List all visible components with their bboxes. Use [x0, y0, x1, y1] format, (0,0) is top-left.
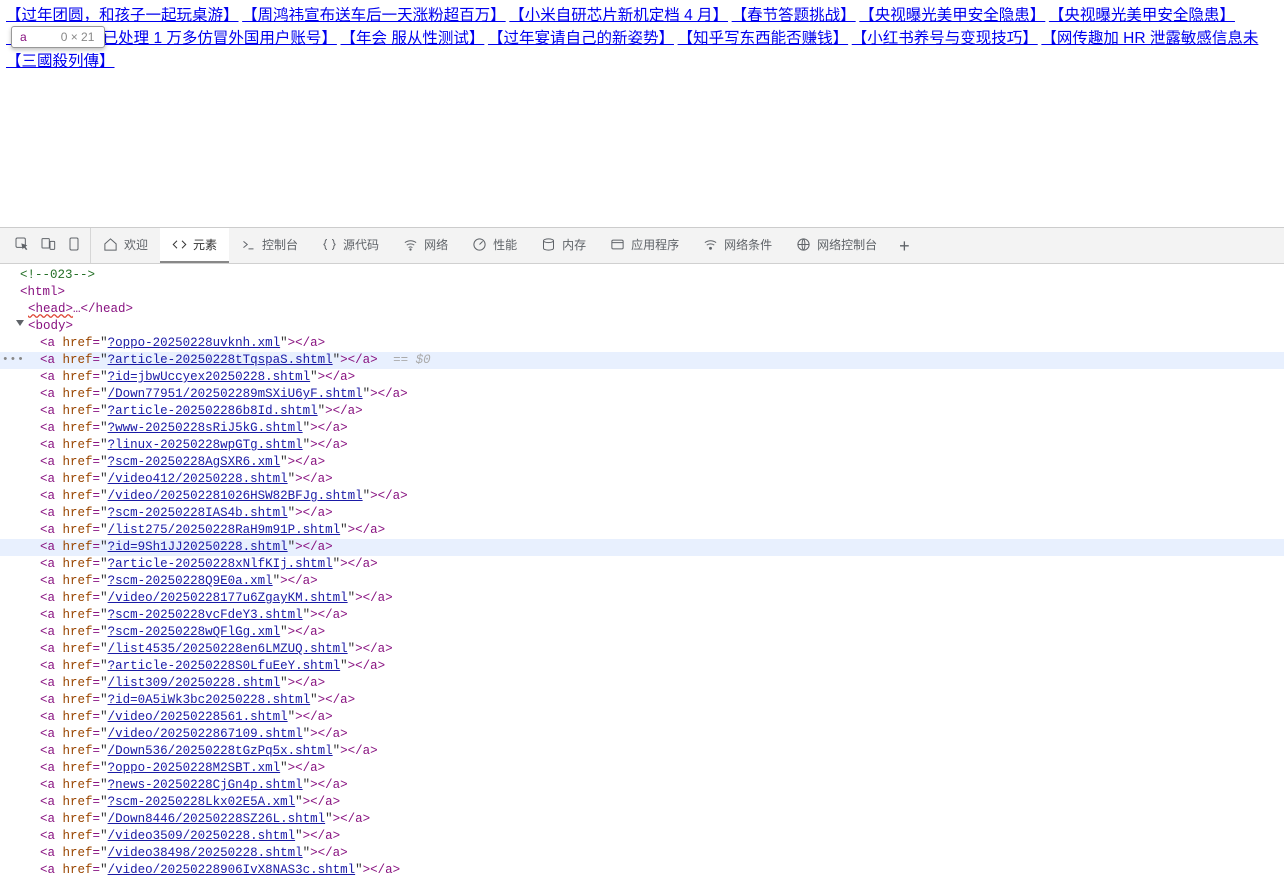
tab-label: 源代码 — [343, 236, 379, 253]
tab-globe[interactable]: 网络控制台 — [784, 228, 889, 263]
tab-console[interactable]: 控制台 — [229, 228, 310, 263]
dom-node-anchor[interactable]: <a href="/video/2025022867109.shtml"></a… — [0, 726, 1284, 743]
dom-node-anchor[interactable]: <a href="?linux-20250228wpGTg.shtml"></a… — [0, 437, 1284, 454]
dom-node-anchor[interactable]: <a href="?scm-20250228AgSXR6.xml"></a> — [0, 454, 1284, 471]
dom-node-anchor[interactable]: <a href="?scm-20250228Lkx02E5A.xml"></a> — [0, 794, 1284, 811]
tab-label: 应用程序 — [631, 236, 679, 253]
dom-node-anchor[interactable]: <a href="/video/202502281026HSW82BFJg.sh… — [0, 488, 1284, 505]
dom-node-anchor[interactable]: <a href="?article-20250228xNlfKIj.shtml"… — [0, 556, 1284, 573]
toolbar-left-group — [6, 228, 91, 263]
dom-node-anchor[interactable]: •••<a href="?article-20250228tTqspaS.sht… — [0, 352, 1284, 369]
tab-label: 欢迎 — [124, 236, 148, 253]
device-toggle-icon[interactable] — [40, 236, 56, 255]
page-link[interactable]: 【央视曝光美甲安全隐患】 — [1049, 7, 1235, 24]
dom-node-anchor[interactable]: <a href="/video3509/20250228.shtml"></a> — [0, 828, 1284, 845]
page-link[interactable]: 【过年团圆，和孩子一起玩桌游】 — [6, 7, 239, 24]
dom-node-anchor[interactable]: <a href="?article-20250228S0LfuEeY.shtml… — [0, 658, 1284, 675]
dom-node-anchor[interactable]: <a href="?oppo-20250228uvknh.xml"></a> — [0, 335, 1284, 352]
dom-node-anchor[interactable]: <a href="/video38498/20250228.shtml"></a… — [0, 845, 1284, 862]
tab-label: 内存 — [562, 236, 586, 253]
page-link[interactable]: 【三國殺列傳】 — [6, 53, 115, 70]
page-link[interactable]: 【网传趣加 HR 泄露敏感信息未 — [1041, 30, 1258, 47]
add-tab-button[interactable]: + — [889, 237, 920, 255]
device-icon[interactable] — [66, 236, 82, 255]
page-link[interactable]: 【年会 服从性测试】 — [341, 30, 485, 47]
tabs-strip: 欢迎 元素 控制台 源代码 网络 性能 内存 应用程序 网络条件 网络控制台 — [91, 228, 889, 263]
dom-node-anchor[interactable]: <a href="?id=9Sh1JJ20250228.shtml"></a> — [0, 539, 1284, 556]
page-content: 【过年团圆，和孩子一起玩桌游】 【周鸿祎宣布送车后一天涨粉超百万】 【小米自研芯… — [0, 0, 1284, 227]
dom-node-anchor[interactable]: <a href="?scm-20250228vcFdeY3.shtml"></a… — [0, 607, 1284, 624]
dom-node-anchor[interactable]: <a href="?oppo-20250228M2SBT.xml"></a> — [0, 760, 1284, 777]
dom-node-anchor[interactable]: <a href="?id=0A5iWk3bc20250228.shtml"></… — [0, 692, 1284, 709]
tab-wifi[interactable]: 网络 — [391, 228, 460, 263]
tab-label: 网络 — [424, 236, 448, 253]
page-link[interactable]: 【过年宴请自己的新姿势】 — [488, 30, 674, 47]
tab-code[interactable]: 元素 — [160, 228, 229, 263]
dom-node-anchor[interactable]: <a href="?news-20250228CjGn4p.shtml"></a… — [0, 777, 1284, 794]
page-link[interactable]: 【央视曝光美甲安全隐患】 — [859, 7, 1045, 24]
tab-label: 性能 — [493, 236, 517, 253]
tooltip-dimensions: 0 × 21 — [61, 30, 95, 44]
tab-wifi2[interactable]: 网络条件 — [691, 228, 784, 263]
page-link[interactable]: 【周鸿祎宣布送车后一天涨粉超百万】 — [242, 7, 506, 24]
tab-label: 元素 — [193, 236, 217, 253]
dom-node-anchor[interactable]: <a href="/list309/20250228.shtml"></a> — [0, 675, 1284, 692]
tab-window[interactable]: 应用程序 — [598, 228, 691, 263]
dom-tree-panel[interactable]: <!--023--><html><head>…</head><body><a h… — [0, 264, 1284, 889]
page-link[interactable]: 【春节答题挑战】 — [732, 7, 856, 24]
dom-node-anchor[interactable]: <a href="?www-20250228sRiJ5kG.shtml"></a… — [0, 420, 1284, 437]
dom-node-anchor[interactable]: <a href="/Down77951/202502289mSXiU6yF.sh… — [0, 386, 1284, 403]
tooltip-tagname: a — [20, 30, 27, 44]
page-link[interactable]: 【知乎写东西能否赚钱】 — [678, 30, 849, 47]
tab-label: 网络控制台 — [817, 236, 877, 253]
page-link[interactable]: 【小米自研芯片新机定档 4 月】 — [509, 7, 728, 24]
dom-node-anchor[interactable]: <a href="/video/20250228177u6ZgayKM.shtm… — [0, 590, 1284, 607]
tab-db[interactable]: 内存 — [529, 228, 598, 263]
element-hover-tooltip: a 0 × 21 — [11, 26, 105, 48]
dom-node-anchor[interactable]: <a href="?scm-20250228IAS4b.shtml"></a> — [0, 505, 1284, 522]
dom-node-anchor[interactable]: <a href="/Down536/20250228tGzPq5x.shtml"… — [0, 743, 1284, 760]
tab-braces[interactable]: 源代码 — [310, 228, 391, 263]
tab-gauge[interactable]: 性能 — [460, 228, 529, 263]
dom-node-anchor[interactable]: <a href="/video/20250228906IvX8NAS3c.sht… — [0, 862, 1284, 879]
page-link[interactable]: 【小红书养号与变现技巧】 — [852, 30, 1038, 47]
dom-node-anchor[interactable]: <a href="?article-202502286b8Id.shtml"><… — [0, 403, 1284, 420]
devtools-panel: 欢迎 元素 控制台 源代码 网络 性能 内存 应用程序 网络条件 网络控制台 + <!--023-… — [0, 227, 1284, 889]
tab-label: 控制台 — [262, 236, 298, 253]
dom-node-anchor[interactable]: <a href="/video/20250228561.shtml"></a> — [0, 709, 1284, 726]
tab-label: 网络条件 — [724, 236, 772, 253]
dom-node-anchor[interactable]: <a href="?scm-20250228Q9E0a.xml"></a> — [0, 573, 1284, 590]
dom-node-anchor[interactable]: <a href="/video412/20250228.shtml"></a> — [0, 471, 1284, 488]
devtools-toolbar: 欢迎 元素 控制台 源代码 网络 性能 内存 应用程序 网络条件 网络控制台 + — [0, 228, 1284, 264]
dom-node-anchor[interactable]: <a href="/list275/20250228RaH9m91P.shtml… — [0, 522, 1284, 539]
dom-node-anchor[interactable]: <a href="/list4535/20250228en6LMZUQ.shtm… — [0, 641, 1284, 658]
inspect-icon[interactable] — [14, 236, 30, 255]
dom-node-anchor[interactable]: <a href="/Down8446/20250228SZ26L.shtml">… — [0, 811, 1284, 828]
page-links-strip: 【过年团圆，和孩子一起玩桌游】 【周鸿祎宣布送车后一天涨粉超百万】 【小米自研芯… — [6, 4, 1278, 73]
dom-node-anchor[interactable]: <a href="?id=jbwUccyex20250228.shtml"></… — [0, 369, 1284, 386]
tab-home[interactable]: 欢迎 — [91, 228, 160, 263]
dom-node-anchor[interactable]: <a href="?scm-20250228wQFlGg.xml"></a> — [0, 624, 1284, 641]
